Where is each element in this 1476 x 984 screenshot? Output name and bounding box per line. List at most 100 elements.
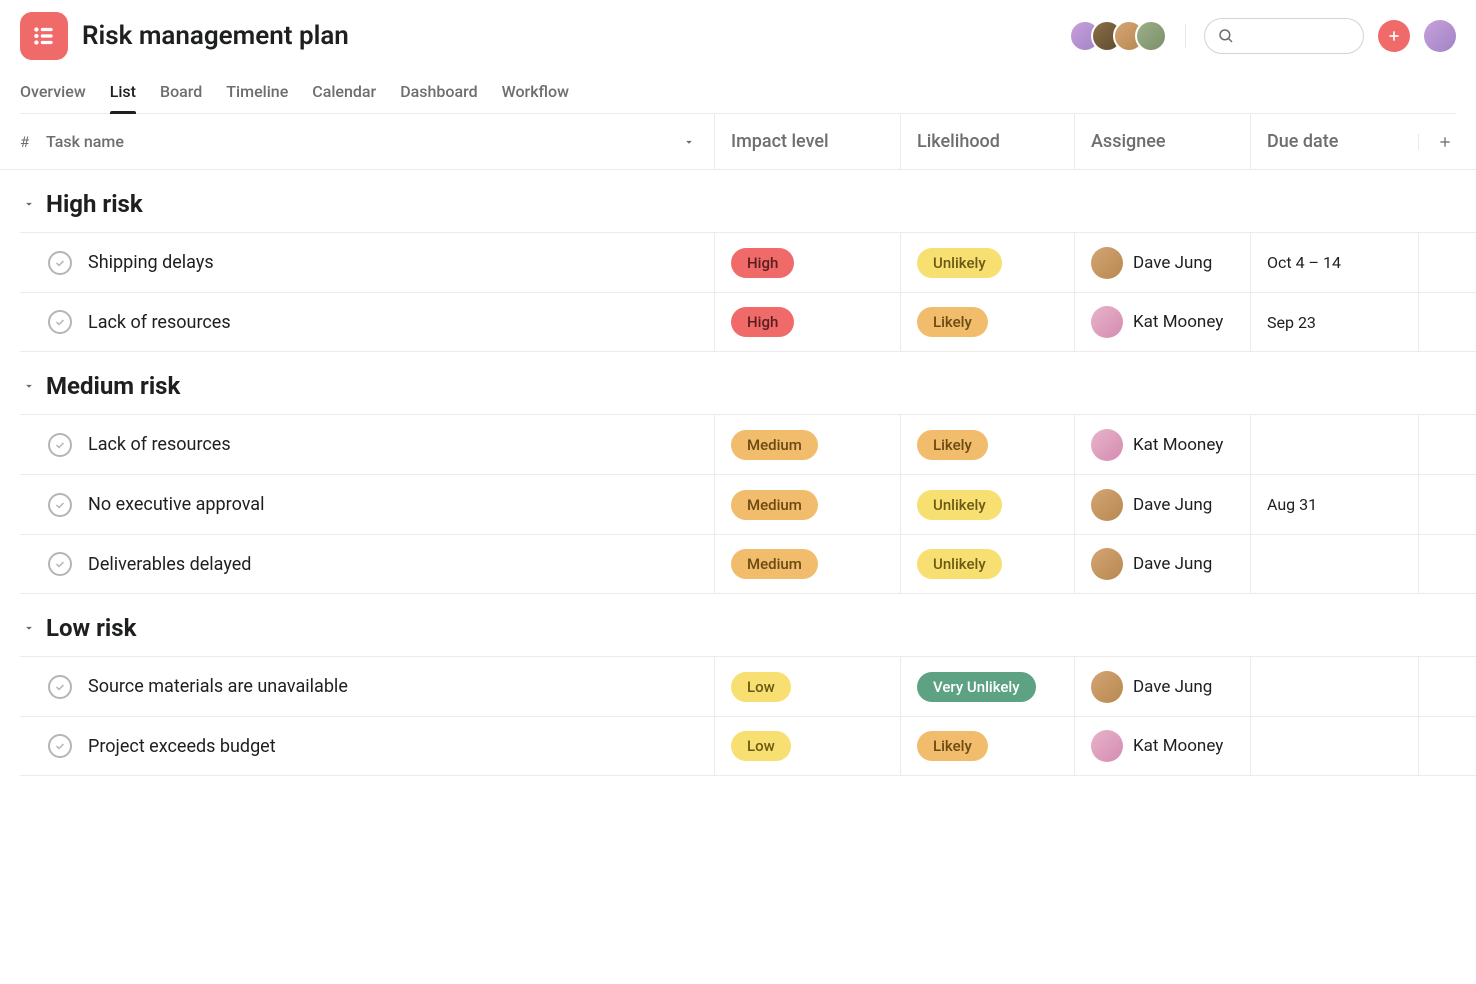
impact-cell[interactable]: High (714, 233, 900, 292)
add-column-button[interactable] (1418, 134, 1476, 150)
task-row[interactable]: Lack of resourcesMediumLikelyKat Mooney (20, 414, 1476, 474)
complete-toggle[interactable] (48, 734, 72, 758)
row-end (1418, 717, 1476, 775)
task-row[interactable]: Shipping delays High Unlikely Dave Jung Oct … (20, 232, 1476, 292)
task-group: Medium riskLack of resourcesMediumLikely… (0, 352, 1476, 594)
impact-pill: High (731, 248, 794, 278)
impact-cell[interactable]: Low (714, 717, 900, 775)
tab-calendar[interactable]: Calendar (312, 74, 376, 113)
check-icon (54, 558, 66, 570)
due-cell[interactable] (1250, 535, 1418, 593)
impact-pill: Medium (731, 549, 818, 579)
group-title: High risk (46, 190, 143, 218)
check-icon (54, 740, 66, 752)
task-cell[interactable]: Source materials are unavailable (20, 657, 714, 716)
complete-toggle[interactable] (48, 433, 72, 457)
search-box[interactable] (1204, 18, 1364, 54)
assignee-cell[interactable]: Dave Jung (1074, 233, 1250, 292)
column-assignee[interactable]: Assignee (1074, 114, 1250, 169)
project-title[interactable]: Risk management plan (82, 21, 349, 51)
task-name: Deliverables delayed (88, 554, 251, 575)
impact-cell[interactable]: Medium (714, 475, 900, 534)
impact-pill: Low (731, 672, 791, 702)
likelihood-cell[interactable]: Likely (900, 293, 1074, 351)
task-name: Source materials are unavailable (88, 676, 348, 697)
assignee-cell[interactable]: Kat Mooney (1074, 717, 1250, 775)
likelihood-cell[interactable]: Unlikely (900, 535, 1074, 593)
assignee-name: Kat Mooney (1133, 736, 1223, 756)
likelihood-cell[interactable]: Likely (900, 717, 1074, 775)
due-cell[interactable]: Aug 31 (1250, 475, 1418, 534)
assignee-avatar (1091, 306, 1123, 338)
due-cell[interactable] (1250, 717, 1418, 775)
due-cell[interactable]: Sep 23 (1250, 293, 1418, 351)
complete-toggle[interactable] (48, 493, 72, 517)
avatar[interactable] (1135, 20, 1167, 52)
tab-timeline[interactable]: Timeline (226, 74, 288, 113)
assignee-cell[interactable]: Kat Mooney (1074, 415, 1250, 474)
group-header[interactable]: Medium risk (0, 352, 1476, 414)
assignee-avatar (1091, 247, 1123, 279)
add-button[interactable] (1378, 20, 1410, 52)
row-end (1418, 233, 1476, 292)
complete-toggle[interactable] (48, 251, 72, 275)
due-cell[interactable] (1250, 415, 1418, 474)
likelihood-cell[interactable]: Unlikely (900, 233, 1074, 292)
group-header[interactable]: Low risk (0, 594, 1476, 656)
task-row[interactable]: No executive approval Medium UnlikelyDave … (20, 474, 1476, 534)
check-icon (54, 499, 66, 511)
profile-avatar[interactable] (1424, 20, 1456, 52)
likelihood-cell[interactable]: Likely (900, 415, 1074, 474)
column-likelihood[interactable]: Likelihood (900, 114, 1074, 169)
likelihood-cell[interactable]: Very Unlikely (900, 657, 1074, 716)
tab-list[interactable]: List (110, 74, 136, 113)
column-taskname[interactable]: Task name (46, 132, 714, 151)
tab-overview[interactable]: Overview (20, 74, 86, 113)
tab-workflow[interactable]: Workflow (502, 74, 569, 113)
due-cell[interactable]: Oct 4 – 14 (1250, 233, 1418, 292)
assignee-cell[interactable]: Dave Jung (1074, 657, 1250, 716)
impact-cell[interactable]: Medium (714, 535, 900, 593)
task-cell[interactable]: No executive approval (20, 475, 714, 534)
task-cell[interactable]: Project exceeds budget (20, 717, 714, 775)
task-row[interactable]: Lack of resources High LikelyKat MooneySep… (20, 292, 1476, 352)
assignee-name: Dave Jung (1133, 677, 1212, 697)
task-cell[interactable]: Shipping delays (20, 233, 714, 292)
assignee-cell[interactable]: Dave Jung (1074, 475, 1250, 534)
project-icon[interactable] (20, 12, 68, 60)
assignee-avatar (1091, 429, 1123, 461)
due-cell[interactable] (1250, 657, 1418, 716)
assignee-cell[interactable]: Kat Mooney (1074, 293, 1250, 351)
task-cell[interactable]: Lack of resources (20, 293, 714, 351)
impact-cell[interactable]: Low (714, 657, 900, 716)
impact-cell[interactable]: Medium (714, 415, 900, 474)
assignee-name: Dave Jung (1133, 253, 1212, 273)
complete-toggle[interactable] (48, 310, 72, 334)
complete-toggle[interactable] (48, 675, 72, 699)
impact-pill: Medium (731, 490, 818, 520)
column-hash[interactable]: # (20, 133, 46, 151)
assignee-avatar (1091, 671, 1123, 703)
check-icon (54, 439, 66, 451)
group-title: Medium risk (46, 372, 180, 400)
assignee-avatar (1091, 489, 1123, 521)
task-cell[interactable]: Lack of resources (20, 415, 714, 474)
complete-toggle[interactable] (48, 552, 72, 576)
impact-cell[interactable]: High (714, 293, 900, 351)
task-row[interactable]: Source materials are unavailable Low Very … (20, 656, 1476, 716)
row-end (1418, 293, 1476, 351)
impact-pill: High (731, 307, 794, 337)
likelihood-cell[interactable]: Unlikely (900, 475, 1074, 534)
task-row[interactable]: Deliverables delayed Medium UnlikelyDave J… (20, 534, 1476, 594)
member-avatars[interactable] (1069, 20, 1167, 52)
group-header[interactable]: High risk (0, 170, 1476, 232)
check-icon (54, 257, 66, 269)
list-icon (31, 23, 57, 49)
task-row[interactable]: Project exceeds budgetLowLikely Kat Moone… (20, 716, 1476, 776)
task-cell[interactable]: Deliverables delayed (20, 535, 714, 593)
tab-board[interactable]: Board (160, 74, 202, 113)
column-impact[interactable]: Impact level (714, 114, 900, 169)
column-due[interactable]: Due date (1250, 114, 1418, 169)
tab-dashboard[interactable]: Dashboard (400, 74, 477, 113)
assignee-cell[interactable]: Dave Jung (1074, 535, 1250, 593)
